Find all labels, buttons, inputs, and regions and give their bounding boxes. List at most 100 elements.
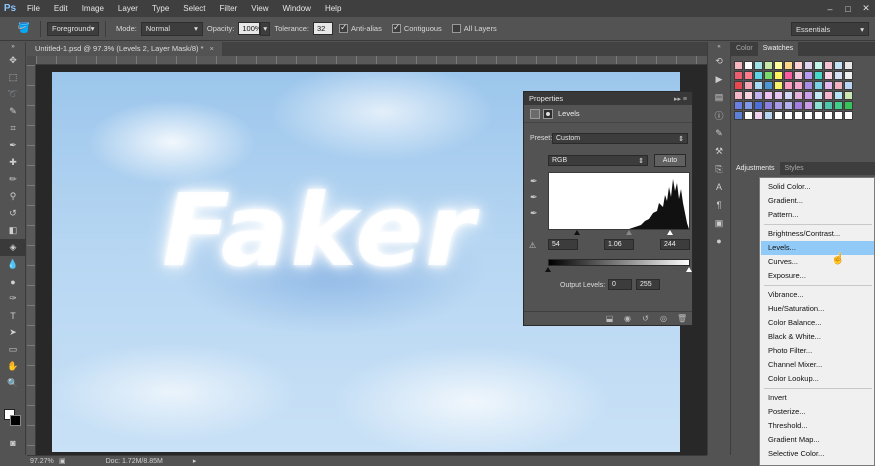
menu-item-black-white[interactable]: Black & White... [761,330,874,344]
output-white-handle[interactable] [686,267,692,272]
color-swatch[interactable] [794,81,803,90]
input-slider[interactable] [548,230,690,237]
color-swatch[interactable] [814,61,823,70]
tab-color[interactable]: Color [731,42,758,56]
color-swatch[interactable] [764,101,773,110]
output-black-field[interactable]: 0 [608,279,632,290]
healing-brush-icon[interactable]: ✚ [0,154,26,171]
color-swatch[interactable] [754,91,763,100]
color-swatch[interactable] [804,101,813,110]
pen-tool-icon[interactable]: ✑ [0,290,26,307]
color-swatch[interactable] [774,61,783,70]
menu-item-exposure[interactable]: Exposure... [761,269,874,283]
color-swatch[interactable] [814,71,823,80]
color-swatch[interactable] [764,61,773,70]
output-black-handle[interactable] [545,267,551,272]
opacity-input[interactable]: 100% [238,22,262,35]
menu-item-vibrance[interactable]: Vibrance... [761,288,874,302]
levels-icon[interactable] [530,108,540,119]
minimize-button[interactable]: – [821,0,839,17]
menu-type[interactable]: Type [145,0,176,17]
color-swatch[interactable] [744,111,753,120]
marquee-tool-icon[interactable]: ⬚ [0,69,26,86]
color-swatch[interactable] [844,71,853,80]
eraser-tool-icon[interactable]: ◧ [0,222,26,239]
menu-layer[interactable]: Layer [111,0,145,17]
color-swatch[interactable] [804,111,813,120]
zoom-tool-icon[interactable]: 🔍 [0,375,26,392]
color-swatch[interactable] [774,91,783,100]
color-swatch[interactable] [754,101,763,110]
tolerance-input[interactable]: 32 [312,22,333,35]
color-swatch[interactable] [734,111,743,120]
menu-select[interactable]: Select [176,0,212,17]
color-swatch[interactable] [764,81,773,90]
color-swatch[interactable] [794,111,803,120]
maximize-button[interactable]: □ [839,0,857,17]
color-swatch[interactable] [744,81,753,90]
all-layers-checkbox[interactable] [451,24,461,33]
background-color-swatch[interactable] [10,415,21,426]
panel-menu-icon[interactable]: ▸▸ ≡ [674,95,687,103]
path-select-icon[interactable]: ➤ [0,324,26,341]
type-tool-icon[interactable]: T [0,307,26,324]
color-swatch[interactable] [744,61,753,70]
color-swatch[interactable] [844,81,853,90]
color-swatch[interactable] [734,91,743,100]
color-swatch[interactable] [784,111,793,120]
quick-mask-icon[interactable]: ◙ [0,434,26,451]
color-swatch[interactable] [764,91,773,100]
lasso-tool-icon[interactable]: ➰ [0,86,26,103]
color-swatch[interactable] [794,71,803,80]
channel-select[interactable]: RGB ⇕ [548,155,648,166]
color-swatch[interactable] [784,101,793,110]
color-swatch[interactable] [804,81,813,90]
color-swatch[interactable] [814,101,823,110]
color-swatch[interactable] [774,101,783,110]
menu-item-photo-filter[interactable]: Photo Filter... [761,344,874,358]
color-swatch[interactable] [734,101,743,110]
color-swatch[interactable] [734,61,743,70]
brush-tool-icon[interactable]: ✏ [0,171,26,188]
menu-help[interactable]: Help [318,0,348,17]
menu-item-threshold[interactable]: Threshold... [761,419,874,433]
color-swatch[interactable] [834,71,843,80]
preset-select[interactable]: Custom ⇕ [552,133,688,144]
menu-file[interactable]: File [20,0,47,17]
color-swatch[interactable] [774,81,783,90]
color-swatch[interactable] [844,101,853,110]
color-swatch[interactable] [734,81,743,90]
black-point-eyedropper-icon[interactable]: ✒ [530,176,540,186]
color-swatch[interactable] [834,111,843,120]
shape-tool-icon[interactable]: ▭ [0,341,26,358]
color-swatch[interactable] [764,71,773,80]
white-point-eyedropper-icon[interactable]: ✒ [530,208,540,218]
dodge-tool-icon[interactable]: ● [0,273,26,290]
menu-item-channel-mixer[interactable]: Channel Mixer... [761,358,874,372]
black-point-handle[interactable] [574,230,580,235]
color-swatch[interactable] [844,61,853,70]
tab-adjustments[interactable]: Adjustments [731,161,780,176]
menu-item-gradient-map[interactable]: Gradient Map... [761,433,874,447]
opacity-dropdown[interactable]: ▾ [260,21,271,36]
color-swatch[interactable] [824,101,833,110]
play-icon[interactable]: ▶ [708,70,730,88]
close-button[interactable]: ✕ [857,0,875,17]
view-previous-icon[interactable]: ◉ [623,314,632,323]
mode-select[interactable]: Normal ▾ [140,21,203,36]
gray-point-eyedropper-icon[interactable]: ✒ [530,192,540,202]
color-swatch[interactable] [814,81,823,90]
color-swatch[interactable] [794,61,803,70]
menu-item-invert[interactable]: Invert [761,391,874,405]
color-swatch[interactable] [804,91,813,100]
blur-tool-icon[interactable]: 💧 [0,256,26,273]
paragraph-icon[interactable]: ¶ [708,196,730,214]
color-swatch[interactable] [744,91,753,100]
menu-item-brightness-contrast[interactable]: Brightness/Contrast... [761,227,874,241]
tool-preset-icon[interactable]: ⚒ [708,142,730,160]
output-white-field[interactable]: 255 [636,279,660,290]
paint-bucket-icon[interactable]: 🪣 [14,21,34,37]
contiguous-checkbox[interactable] [391,22,401,33]
status-arrow-icon[interactable]: ▸ [193,457,197,465]
properties-icon[interactable]: ▤ [708,88,730,106]
